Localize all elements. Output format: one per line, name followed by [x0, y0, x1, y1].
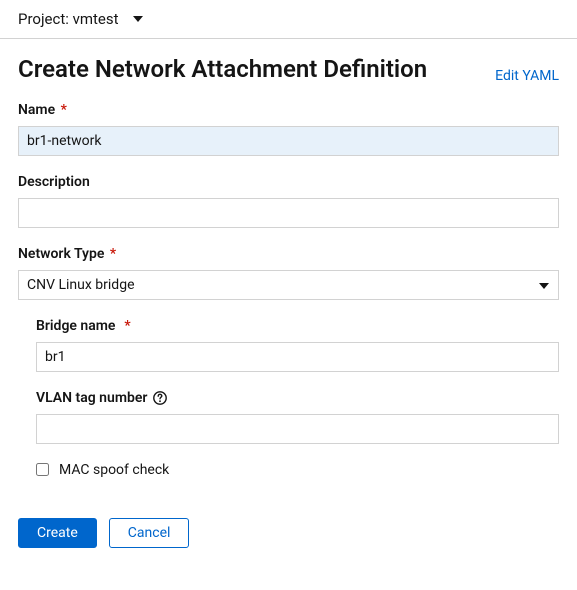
required-indicator: *	[121, 318, 131, 334]
mac-spoof-label: MAC spoof check	[59, 462, 169, 478]
form-group-mac-spoof: MAC spoof check	[36, 462, 559, 478]
required-indicator: *	[106, 246, 116, 262]
project-bar: Project: vmtest	[0, 0, 577, 39]
required-indicator: *	[57, 102, 67, 118]
description-label: Description	[18, 174, 559, 190]
page-title: Create Network Attachment Definition	[18, 55, 427, 84]
form-group-description: Description	[18, 174, 559, 228]
form-group-name: Name *	[18, 102, 559, 156]
network-type-label-text: Network Type	[18, 246, 104, 262]
form-group-bridge-name: Bridge name *	[36, 318, 559, 372]
bridge-name-input[interactable]	[36, 342, 559, 372]
bridge-name-label: Bridge name *	[36, 318, 559, 334]
name-label: Name *	[18, 102, 559, 118]
create-button[interactable]: Create	[18, 518, 97, 548]
button-row: Create Cancel	[18, 518, 559, 548]
name-input[interactable]	[18, 126, 559, 156]
project-label: Project: vmtest	[18, 10, 119, 28]
mac-spoof-row: MAC spoof check	[36, 462, 559, 478]
bridge-name-label-text: Bridge name	[36, 318, 115, 334]
network-type-select[interactable]: CNV Linux bridge	[18, 270, 559, 300]
caret-down-icon[interactable]	[133, 16, 143, 22]
header-row: Create Network Attachment Definition Edi…	[18, 55, 559, 84]
form-group-vlan-tag: VLAN tag number	[36, 390, 559, 444]
form-group-network-type: Network Type * CNV Linux bridge	[18, 246, 559, 300]
vlan-tag-input[interactable]	[36, 414, 559, 444]
description-input[interactable]	[18, 198, 559, 228]
edit-yaml-link[interactable]: Edit YAML	[495, 68, 559, 84]
vlan-label-row: VLAN tag number	[36, 390, 559, 406]
network-type-label: Network Type *	[18, 246, 559, 262]
mac-spoof-checkbox[interactable]	[36, 463, 49, 476]
bridge-options: Bridge name * VLAN tag number M	[18, 318, 559, 478]
network-type-value: CNV Linux bridge	[27, 277, 135, 293]
help-icon[interactable]	[153, 391, 167, 405]
content: Create Network Attachment Definition Edi…	[0, 39, 577, 568]
cancel-button[interactable]: Cancel	[109, 518, 190, 548]
network-type-select-wrapper: CNV Linux bridge	[18, 270, 559, 300]
vlan-tag-label: VLAN tag number	[36, 390, 147, 406]
name-label-text: Name	[18, 102, 55, 118]
